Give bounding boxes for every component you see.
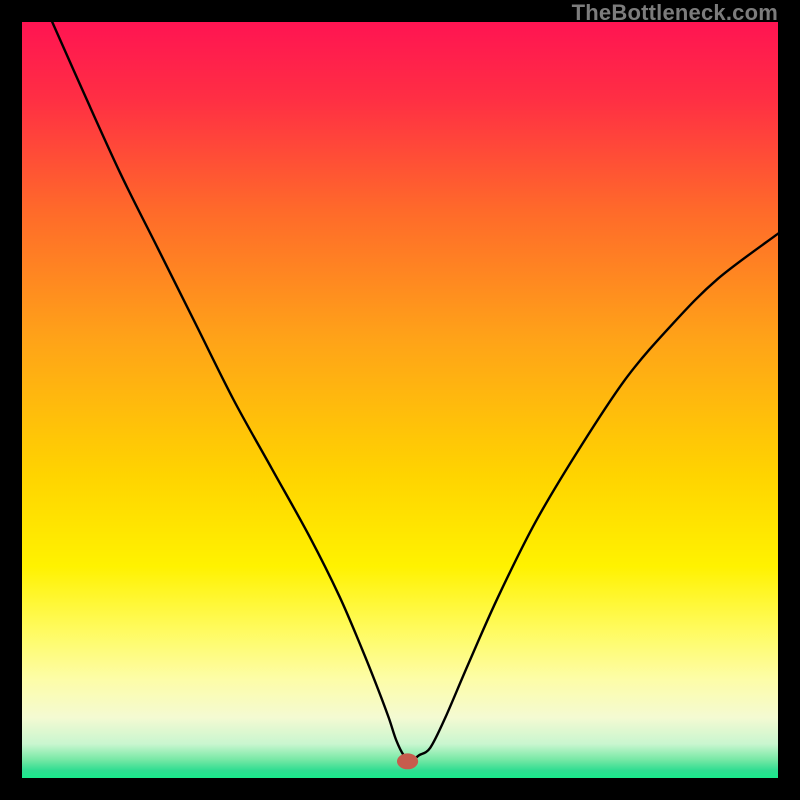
bottleneck-chart	[22, 22, 778, 778]
chart-frame: TheBottleneck.com	[0, 0, 800, 800]
gradient-background	[22, 22, 778, 778]
optimum-marker	[397, 753, 418, 769]
plot-area	[22, 22, 778, 778]
